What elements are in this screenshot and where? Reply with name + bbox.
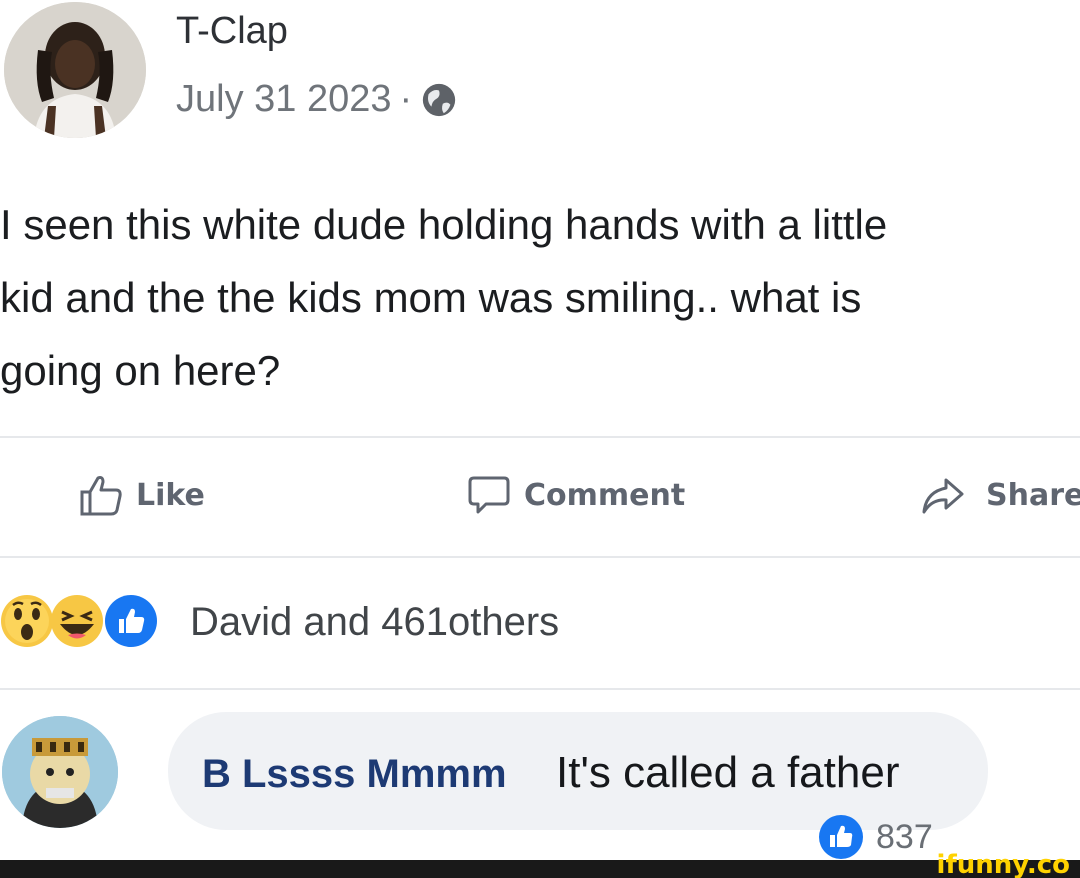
like-reaction-icon [105,595,157,647]
share-icon [922,478,964,514]
share-button[interactable]: Share [920,472,1080,518]
haha-reaction-icon [51,595,103,647]
reaction-icons[interactable] [0,594,157,648]
divider [0,556,1080,558]
comment-text: It's called a father [556,748,900,797]
globe-icon [423,83,456,116]
comment-like-count: 837 [876,818,933,856]
commenter-avatar[interactable] [2,716,118,828]
like-button[interactable]: Like [78,472,205,518]
divider [0,436,1080,438]
comment-like-icon[interactable] [818,814,864,860]
comment-author[interactable]: B Lssss Mmmm [202,752,507,797]
post-meta: July 31 2023 · [176,78,458,121]
like-label: Like [136,477,205,513]
thumbs-up-icon [80,476,122,516]
commenter-avatar-image [2,716,118,828]
author-avatar-image [4,2,146,138]
author-name[interactable]: T-Clap [176,10,288,53]
post-text-line: going on here? [0,347,281,394]
comment-label: Comment [524,477,686,513]
post-date[interactable]: July 31 2023 [176,78,392,121]
comment-icon [468,476,510,514]
post-text: I seen this white dude holding hands wit… [0,188,1080,407]
share-label: Share [986,477,1080,513]
wow-reaction-icon [1,595,53,647]
author-avatar[interactable] [4,2,146,138]
post-text-line: kid and the the kids mom was smiling.. w… [0,274,862,321]
comment-button[interactable]: Comment [466,472,685,518]
watermark-bar [0,860,1080,878]
divider [0,688,1080,690]
reaction-summary[interactable]: David and 461others [190,600,559,645]
meta-separator: · [399,78,413,120]
post-text-line: I seen this white dude holding hands wit… [0,201,888,248]
watermark: ifunny.co [936,850,1070,878]
